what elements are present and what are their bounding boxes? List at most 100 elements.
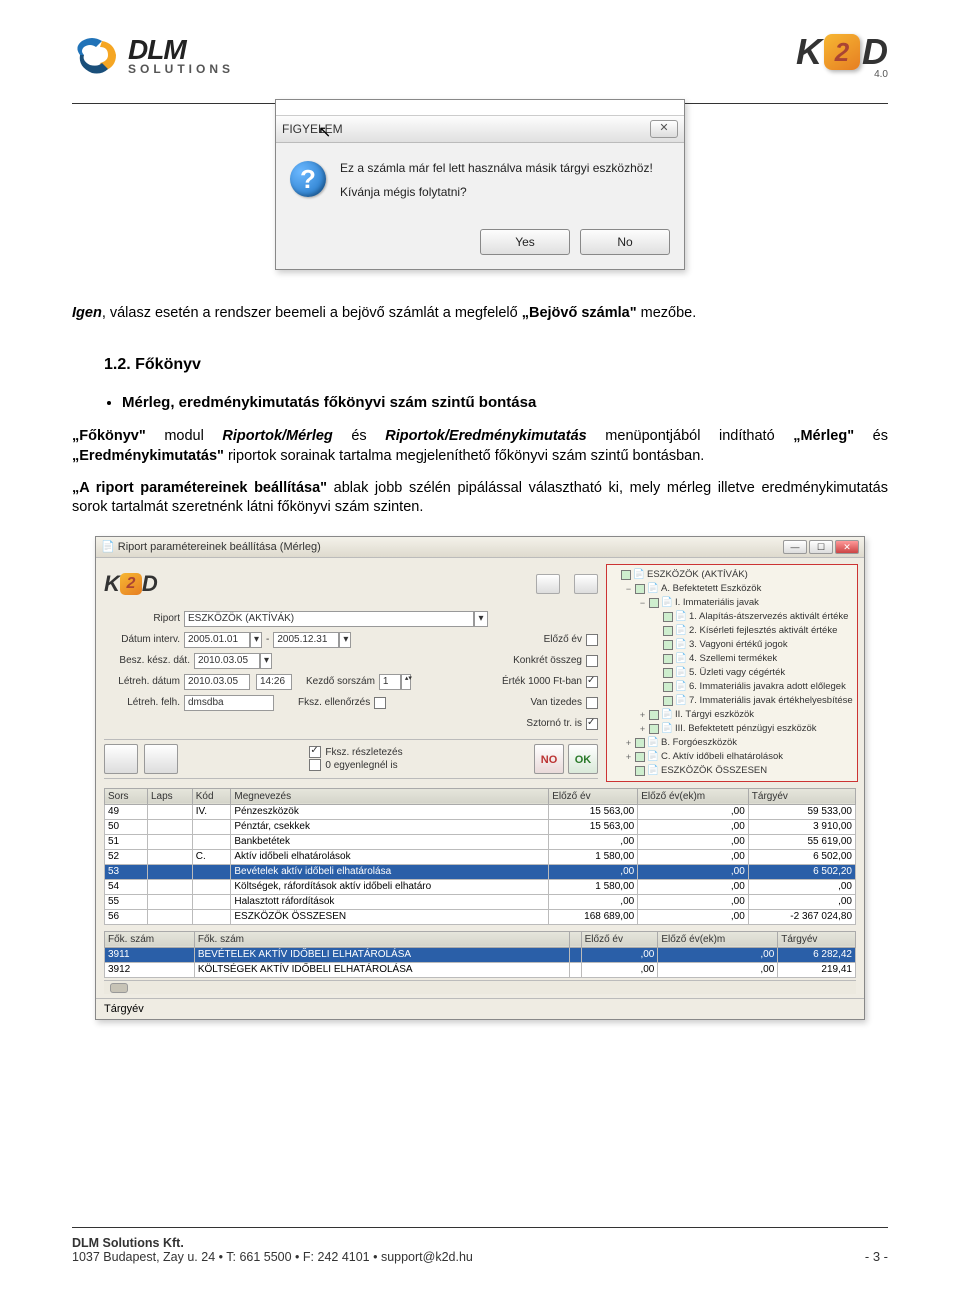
table-1: SorsLapsKódMegnevezésElőző évElőző év(ek… [104, 788, 856, 925]
toolbar-icon-2[interactable] [574, 574, 598, 594]
table-cell: -2 367 024,80 [748, 909, 855, 924]
tree-item[interactable]: +📄III. Befektetett pénzügyi eszközök [610, 722, 854, 736]
dropdown-icon[interactable]: ▾ [339, 632, 351, 648]
sztorno-checkbox[interactable] [586, 718, 598, 730]
column-header[interactable]: Fők. szám [194, 931, 569, 947]
tree-checkbox[interactable] [635, 752, 645, 762]
column-header[interactable]: Tárgyév [778, 931, 856, 947]
tree-checkbox[interactable] [649, 598, 659, 608]
spinner-icon[interactable]: ▴▾ [401, 674, 411, 690]
expand-icon[interactable]: + [638, 710, 647, 720]
tree-item[interactable]: 📄5. Üzleti vagy cégérték [610, 666, 854, 680]
maximize-button[interactable]: ☐ [809, 540, 833, 554]
column-header[interactable]: Kód [192, 788, 231, 804]
tree-checkbox[interactable] [663, 612, 673, 622]
close-button[interactable]: ✕ [835, 540, 859, 554]
tree-checkbox[interactable] [663, 668, 673, 678]
expand-icon[interactable]: − [638, 598, 647, 608]
tree-checkbox[interactable] [663, 682, 673, 692]
tree-item[interactable]: +📄B. Forgóeszközök [610, 736, 854, 750]
tree-checkbox[interactable] [649, 710, 659, 720]
tree-label: I. Immateriális javak [675, 597, 759, 608]
column-header[interactable]: Előző év(ek)m [658, 931, 778, 947]
tree-item[interactable]: 📄ESZKÖZÖK ÖSSZESEN [610, 764, 854, 778]
tree-item[interactable]: 📄ESZKÖZÖK (AKTÍVÁK) [610, 568, 854, 582]
tree-checkbox[interactable] [663, 640, 673, 650]
dropdown-icon[interactable]: ▾ [250, 632, 262, 648]
close-button[interactable]: ✕ [650, 120, 678, 138]
column-header[interactable]: Fők. szám [105, 931, 195, 947]
table-row[interactable]: 53Bevételek aktív időbeli elhatárolása,0… [105, 864, 856, 879]
column-header[interactable]: Tárgyév [748, 788, 855, 804]
expand-icon[interactable]: + [638, 724, 647, 734]
tree-item[interactable]: −📄A. Befektetett Eszközök [610, 582, 854, 596]
datum-from-input[interactable]: 2005.01.01 [184, 632, 250, 648]
egyenleg-checkbox[interactable] [309, 759, 321, 771]
table-cell: ,00 [638, 834, 749, 849]
tree-checkbox[interactable] [635, 738, 645, 748]
tree-item[interactable]: 📄6. Immateriális javakra adott előlegek [610, 680, 854, 694]
fksz-ell-checkbox[interactable] [374, 697, 386, 709]
table-row[interactable]: 50Pénztár, csekkek15 563,00,003 910,00 [105, 819, 856, 834]
column-header[interactable] [569, 931, 581, 947]
tree-item[interactable]: 📄3. Vagyoni értékű jogok [610, 638, 854, 652]
tree-item[interactable]: 📄7. Immateriális javak értékhelyesbítése [610, 694, 854, 708]
column-header[interactable]: Előző év [581, 931, 658, 947]
letreh-felh-input[interactable]: dmsdba [184, 695, 274, 711]
van-tizedes-checkbox[interactable] [586, 697, 598, 709]
tree-item[interactable]: 📄4. Szellemi termékek [610, 652, 854, 666]
tree-checkbox[interactable] [621, 570, 631, 580]
tree-item[interactable]: +📄II. Tárgyi eszközök [610, 708, 854, 722]
table-row[interactable]: 49IV.Pénzeszközök15 563,00,0059 533,00 [105, 804, 856, 819]
tree-checkbox[interactable] [635, 584, 645, 594]
table-cell: Pénzeszközök [231, 804, 549, 819]
tree-item[interactable]: −📄I. Immateriális javak [610, 596, 854, 610]
datum-to-input[interactable]: 2005.12.31 [273, 632, 339, 648]
column-header[interactable]: Előző év(ek)m [638, 788, 749, 804]
expand-icon[interactable]: − [624, 584, 633, 594]
dropdown-icon[interactable]: ▾ [260, 653, 272, 669]
expand-icon[interactable]: + [624, 752, 633, 762]
konkret-checkbox[interactable] [586, 655, 598, 667]
tree-checkbox[interactable] [663, 696, 673, 706]
horizontal-scrollbar[interactable] [104, 980, 856, 994]
minimize-button[interactable]: — [783, 540, 807, 554]
table-row[interactable]: 3911BEVÉTELEK AKTÍV IDŐBELI ELHATÁROLÁSA… [105, 947, 856, 962]
letreh-time-input[interactable]: 14:26 [256, 674, 292, 690]
table-row[interactable]: 54Költségek, ráfordítások aktív időbeli … [105, 879, 856, 894]
dropdown-icon[interactable]: ▾ [474, 611, 488, 627]
column-header[interactable]: Megnevezés [231, 788, 549, 804]
letreh-date-input[interactable]: 2010.03.05 [184, 674, 250, 690]
tree-checkbox[interactable] [663, 654, 673, 664]
tree-item[interactable]: 📄1. Alapítás-átszervezés aktivált értéke [610, 610, 854, 624]
ertek1000-checkbox[interactable] [586, 676, 598, 688]
action-icon-2[interactable] [144, 744, 178, 774]
ok-button[interactable]: OK [568, 744, 598, 774]
elozo-ev-checkbox[interactable] [586, 634, 598, 646]
table-row[interactable]: 55Halasztott ráfordítások,00,00,00 [105, 894, 856, 909]
toolbar-icon-1[interactable] [536, 574, 560, 594]
no-button[interactable]: NO [534, 744, 564, 774]
table-row[interactable]: 3912KÖLTSÉGEK AKTÍV IDŐBELI ELHATÁROLÁSA… [105, 962, 856, 977]
besz-date-input[interactable]: 2010.03.05 [194, 653, 260, 669]
tree-item[interactable]: 📄2. Kísérleti fejlesztés aktivált értéke [610, 624, 854, 638]
column-header[interactable]: Laps [147, 788, 192, 804]
tree-checkbox[interactable] [649, 724, 659, 734]
tree-label: 1. Alapítás-átszervezés aktivált értéke [689, 611, 848, 622]
kezdo-input[interactable]: 1 [379, 674, 401, 690]
no-button[interactable]: No [580, 229, 670, 255]
column-header[interactable]: Előző év [549, 788, 638, 804]
riport-select[interactable]: ESZKÖZÖK (AKTÍVÁK) [184, 611, 474, 627]
tree-checkbox[interactable] [635, 766, 645, 776]
expand-icon[interactable]: + [624, 738, 633, 748]
tree-item[interactable]: +📄C. Aktív időbeli elhatárolások [610, 750, 854, 764]
table-cell: Bevételek aktív időbeli elhatárolása [231, 864, 549, 879]
yes-button[interactable]: Yes [480, 229, 570, 255]
action-icon-1[interactable] [104, 744, 138, 774]
tree-checkbox[interactable] [663, 626, 673, 636]
table-row[interactable]: 51Bankbetétek,00,0055 619,00 [105, 834, 856, 849]
fksz-resz-checkbox[interactable] [309, 746, 321, 758]
table-row[interactable]: 52C.Aktív időbeli elhatárolások1 580,00,… [105, 849, 856, 864]
column-header[interactable]: Sors [105, 788, 148, 804]
table-row[interactable]: 56ESZKÖZÖK ÖSSZESEN168 689,00,00-2 367 0… [105, 909, 856, 924]
